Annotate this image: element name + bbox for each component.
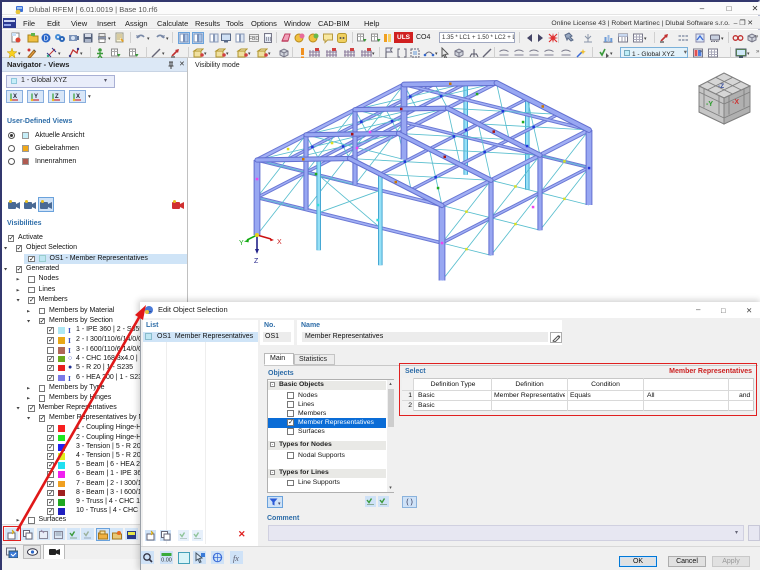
svg-text:D: D [43,36,48,43]
svg-text:0.00: 0.00 [161,558,172,564]
svg-text:FBD: FBD [249,36,259,42]
svg-text:fx: fx [233,554,239,563]
